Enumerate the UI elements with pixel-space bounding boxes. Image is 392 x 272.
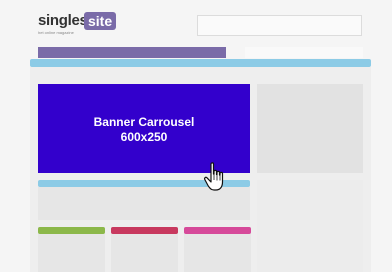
column-block-green <box>38 227 105 272</box>
red-accent-bar <box>111 227 178 234</box>
logo-text-site: site <box>84 12 117 30</box>
column-block-pink <box>184 227 251 272</box>
hand-pointer-icon <box>204 162 224 191</box>
banner-title: Banner Carrousel <box>93 115 195 129</box>
search-placeholder-box[interactable] <box>197 15 362 36</box>
sidebar-block <box>257 84 363 173</box>
column-block-red <box>111 227 178 272</box>
logo-text-singles: singles <box>38 12 88 29</box>
gray-tab-bar <box>245 47 363 58</box>
navigation-bar[interactable] <box>30 59 371 67</box>
banner-carousel[interactable]: Banner Carrousel 600x250 <box>38 84 250 173</box>
green-accent-bar <box>38 227 105 234</box>
logo-tagline: het online magazine <box>38 30 74 35</box>
banner-size-label: 600x250 <box>120 130 168 144</box>
pink-accent-bar <box>184 227 251 234</box>
purple-tab-bar[interactable] <box>38 47 226 58</box>
wireframe-page: singles site het online magazine Banner … <box>0 0 392 272</box>
sidebar-lower-block <box>257 180 363 272</box>
